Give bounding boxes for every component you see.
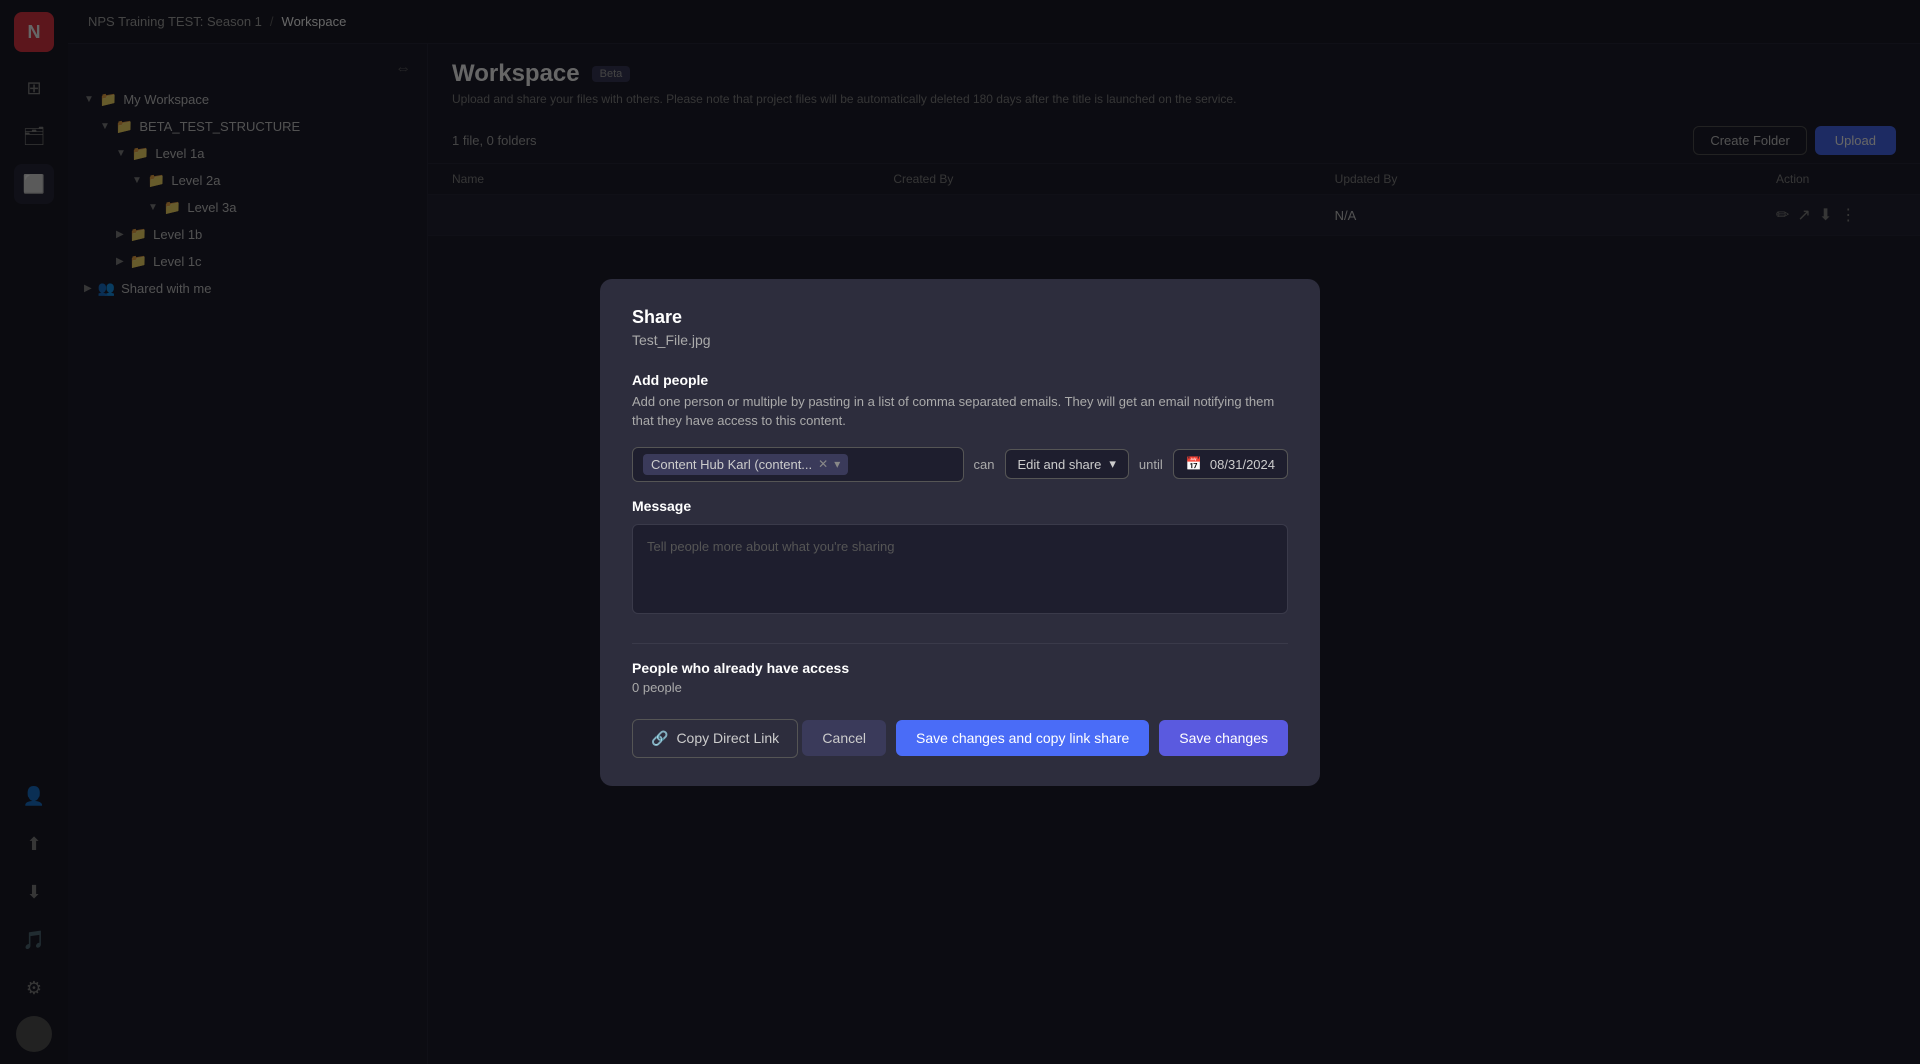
- access-label: People who already have access: [632, 660, 1288, 676]
- dialog-filename: Test_File.jpg: [632, 332, 1288, 348]
- permission-value: Edit and share: [1018, 457, 1102, 472]
- people-input[interactable]: Content Hub Karl (content... ✕ ▾: [632, 447, 964, 482]
- tag-close-button[interactable]: ✕: [818, 457, 828, 471]
- can-label: can: [974, 457, 995, 472]
- access-count: 0 people: [632, 680, 1288, 695]
- share-dialog: Share Test_File.jpg Add people Add one p…: [600, 279, 1320, 786]
- message-label: Message: [632, 498, 1288, 514]
- copy-link-label: Copy Direct Link: [676, 730, 779, 746]
- save-share-button[interactable]: Save changes and copy link share: [896, 720, 1149, 756]
- add-people-desc: Add one person or multiple by pasting in…: [632, 392, 1288, 431]
- people-row: Content Hub Karl (content... ✕ ▾ can Edi…: [632, 447, 1288, 482]
- divider: [632, 643, 1288, 644]
- permission-chevron-icon: ▾: [1109, 456, 1116, 472]
- people-tag: Content Hub Karl (content... ✕ ▾: [643, 454, 848, 475]
- add-people-label: Add people: [632, 372, 1288, 388]
- tag-text: Content Hub Karl (content...: [651, 457, 812, 472]
- calendar-icon: 📅: [1186, 456, 1202, 472]
- message-textarea[interactable]: [632, 524, 1288, 614]
- until-label: until: [1139, 457, 1163, 472]
- tag-chevron-icon[interactable]: ▾: [834, 457, 840, 471]
- link-icon: 🔗: [651, 730, 668, 747]
- footer-right-buttons: Cancel Save changes and copy link share …: [802, 720, 1288, 756]
- modal-overlay: Share Test_File.jpg Add people Add one p…: [0, 0, 1920, 1064]
- date-input[interactable]: 📅 08/31/2024: [1173, 449, 1288, 479]
- dialog-footer: 🔗 Copy Direct Link Cancel Save changes a…: [632, 719, 1288, 758]
- dialog-title: Share: [632, 307, 1288, 328]
- copy-direct-link-button[interactable]: 🔗 Copy Direct Link: [632, 719, 798, 758]
- permission-select[interactable]: Edit and share ▾: [1005, 449, 1129, 479]
- cancel-button[interactable]: Cancel: [802, 720, 886, 756]
- date-value: 08/31/2024: [1210, 457, 1275, 472]
- save-button[interactable]: Save changes: [1159, 720, 1288, 756]
